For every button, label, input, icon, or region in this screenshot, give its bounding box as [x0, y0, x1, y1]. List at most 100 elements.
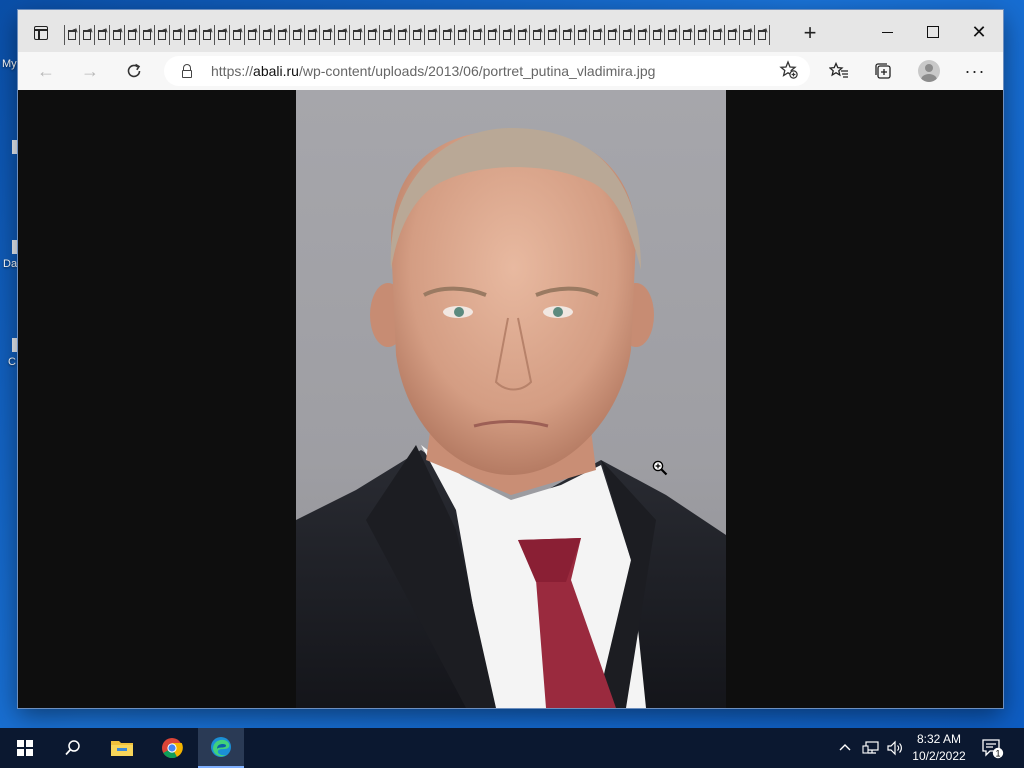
lock-icon[interactable]	[182, 64, 192, 78]
tabs-strip	[64, 24, 772, 46]
address-bar[interactable]: https://abali.ru/wp-content/uploads/2013…	[164, 56, 810, 86]
browser-tab[interactable]	[109, 25, 124, 45]
browser-tab[interactable]	[79, 25, 94, 45]
browser-tab[interactable]	[634, 25, 649, 45]
action-center-button[interactable]: 1	[980, 736, 1004, 760]
browser-tab[interactable]	[589, 25, 604, 45]
new-tab-button[interactable]: +	[796, 20, 824, 46]
page-favicon-icon	[263, 30, 271, 40]
browser-tab[interactable]	[709, 25, 724, 45]
tab-actions-menu-button[interactable]	[28, 22, 54, 44]
chrome-taskbar-button[interactable]	[149, 728, 195, 768]
page-favicon-icon	[728, 30, 736, 40]
favorites-button[interactable]	[826, 59, 852, 83]
page-favicon-icon	[698, 30, 706, 40]
browser-tab[interactable]	[244, 25, 259, 45]
browser-tab[interactable]	[379, 25, 394, 45]
maximize-button[interactable]	[910, 18, 956, 46]
browser-tab[interactable]	[409, 25, 424, 45]
minimize-button[interactable]	[864, 18, 910, 46]
browser-tab[interactable]	[64, 25, 79, 45]
browser-tab[interactable]	[319, 25, 334, 45]
browser-tab[interactable]	[454, 25, 469, 45]
portrait-illustration	[296, 128, 726, 708]
browser-tab[interactable]	[394, 25, 409, 45]
browser-tab[interactable]	[259, 25, 274, 45]
browser-tab[interactable]	[484, 25, 499, 45]
close-button[interactable]: ✕	[956, 18, 1002, 46]
browser-tab[interactable]	[94, 25, 109, 45]
browser-tab[interactable]	[169, 25, 184, 45]
browser-tab[interactable]	[364, 25, 379, 45]
settings-more-button[interactable]: ···	[962, 59, 988, 83]
browser-tab[interactable]	[514, 25, 529, 45]
image-viewer[interactable]	[18, 90, 1003, 708]
chevron-up-icon	[839, 744, 851, 751]
browser-tab[interactable]	[154, 25, 169, 45]
forward-button[interactable]: →	[76, 58, 104, 84]
browser-tab[interactable]	[559, 25, 574, 45]
desktop-icon-label[interactable]: Da	[3, 258, 17, 270]
browser-tab[interactable]	[124, 25, 139, 45]
browser-tab[interactable]	[229, 25, 244, 45]
show-hidden-icons-button[interactable]	[838, 728, 852, 768]
browser-tab[interactable]	[754, 25, 769, 45]
browser-tab[interactable]	[349, 25, 364, 45]
browser-tab[interactable]	[199, 25, 214, 45]
desktop-icon-label[interactable]: C	[8, 356, 16, 368]
page-favicon-icon	[128, 30, 136, 40]
browser-tab[interactable]	[334, 25, 349, 45]
browser-tab[interactable]	[424, 25, 439, 45]
page-favicon-icon	[668, 30, 676, 40]
browser-tab[interactable]	[289, 25, 304, 45]
browser-tab[interactable]	[664, 25, 679, 45]
browser-tab[interactable]	[304, 25, 319, 45]
portrait-image[interactable]	[296, 90, 726, 708]
back-button[interactable]: ←	[32, 58, 60, 84]
browser-tab[interactable]	[739, 25, 754, 45]
windows-logo-icon	[17, 740, 33, 756]
add-favorite-button[interactable]	[778, 60, 800, 82]
page-favicon-icon	[368, 30, 376, 40]
refresh-icon	[127, 63, 141, 78]
notification-icon: 1	[982, 739, 1004, 758]
page-favicon-icon	[173, 30, 181, 40]
desktop-icon-label-my-computer[interactable]: My	[2, 58, 17, 70]
page-favicon-icon	[143, 30, 151, 40]
url-text[interactable]: https://abali.ru/wp-content/uploads/2013…	[211, 63, 655, 79]
page-favicon-icon	[743, 30, 751, 40]
refresh-button[interactable]	[120, 58, 148, 84]
volume-button[interactable]	[886, 728, 904, 768]
browser-tab[interactable]	[604, 25, 619, 45]
browser-tab[interactable]	[469, 25, 484, 45]
browser-tab[interactable]	[574, 25, 589, 45]
collections-button[interactable]	[870, 59, 896, 83]
profile-button[interactable]	[916, 59, 942, 83]
browser-tab[interactable]	[184, 25, 199, 45]
edge-taskbar-button[interactable]	[198, 728, 244, 768]
browser-tab[interactable]	[214, 25, 229, 45]
page-favicon-icon	[338, 30, 346, 40]
browser-window: + ✕ ← → https://abali.ru/wp-content/uplo…	[18, 10, 1003, 708]
browser-tab[interactable]	[679, 25, 694, 45]
search-button[interactable]	[50, 728, 96, 768]
start-button[interactable]	[8, 728, 42, 768]
browser-tab[interactable]	[724, 25, 739, 45]
browser-tab[interactable]	[694, 25, 709, 45]
browser-tab[interactable]	[544, 25, 559, 45]
tab-divider	[769, 25, 770, 45]
system-clock[interactable]: 8:32 AM 10/2/2022	[906, 731, 972, 765]
page-favicon-icon	[113, 30, 121, 40]
browser-tab[interactable]	[439, 25, 454, 45]
browser-tab[interactable]	[139, 25, 154, 45]
clock-date: 10/2/2022	[912, 749, 966, 763]
browser-tab[interactable]	[619, 25, 634, 45]
browser-tab[interactable]	[499, 25, 514, 45]
maximize-icon	[927, 26, 939, 38]
tab-bar: + ✕	[18, 10, 1003, 52]
file-explorer-taskbar-button[interactable]	[99, 728, 145, 768]
browser-tab[interactable]	[274, 25, 289, 45]
browser-tab[interactable]	[529, 25, 544, 45]
network-button[interactable]	[862, 728, 880, 768]
browser-tab[interactable]	[649, 25, 664, 45]
